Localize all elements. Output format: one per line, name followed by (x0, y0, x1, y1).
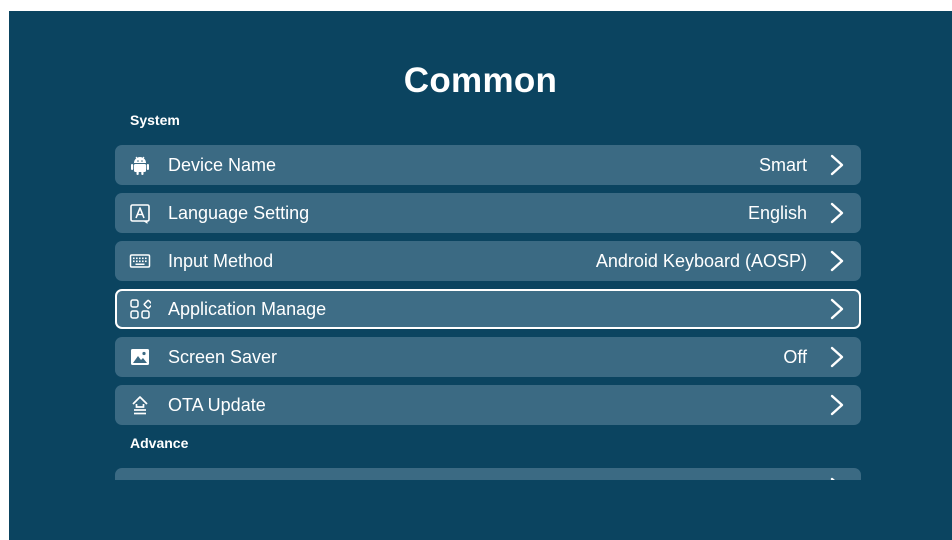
section-header-advance: Advance (130, 435, 189, 451)
setting-label: Input Method (168, 251, 274, 271)
chevron-right-icon (830, 202, 844, 224)
setting-row-input-method[interactable]: Input Method Android Keyboard (AOSP) (115, 241, 861, 281)
setting-row-application-manage[interactable]: Application Manage (115, 289, 861, 329)
chevron-right-icon (830, 394, 844, 416)
setting-label: Screen Saver (168, 347, 278, 367)
keyboard-icon (129, 254, 151, 268)
settings-screen: Common System Device Name Smart Language… (9, 11, 952, 540)
android-icon (131, 156, 149, 175)
setting-row-language[interactable]: Language Setting English (115, 193, 861, 233)
setting-value: Smart (758, 155, 807, 175)
settings-icon (129, 477, 151, 480)
chevron-right-icon (830, 477, 835, 480)
language-icon (130, 204, 150, 224)
section-header-system: System (130, 112, 180, 128)
setting-value: English (747, 203, 807, 223)
chevron-right-icon (830, 298, 844, 320)
setting-label: Language Setting (168, 203, 310, 223)
ota-update-icon (132, 396, 148, 415)
setting-row-screen-saver[interactable]: Screen Saver Off (115, 337, 861, 377)
setting-row-device-name[interactable]: Device Name Smart (115, 145, 861, 185)
setting-value: Android Keyboard (AOSP) (595, 251, 807, 271)
chevron-right-icon (830, 346, 844, 368)
chevron-right-icon (830, 250, 844, 272)
setting-label: Application Manage (168, 299, 327, 319)
setting-label: OTA Update (168, 395, 266, 415)
image-icon (131, 349, 149, 365)
apps-grid-icon (130, 299, 151, 319)
setting-label: Device Name (168, 155, 277, 175)
setting-row-advance-partial[interactable] (115, 468, 861, 480)
chevron-right-icon (830, 154, 844, 176)
setting-row-ota-update[interactable]: OTA Update (115, 385, 861, 425)
settings-list: System Device Name Smart Language Settin… (9, 11, 952, 480)
setting-value: Off (783, 347, 807, 367)
